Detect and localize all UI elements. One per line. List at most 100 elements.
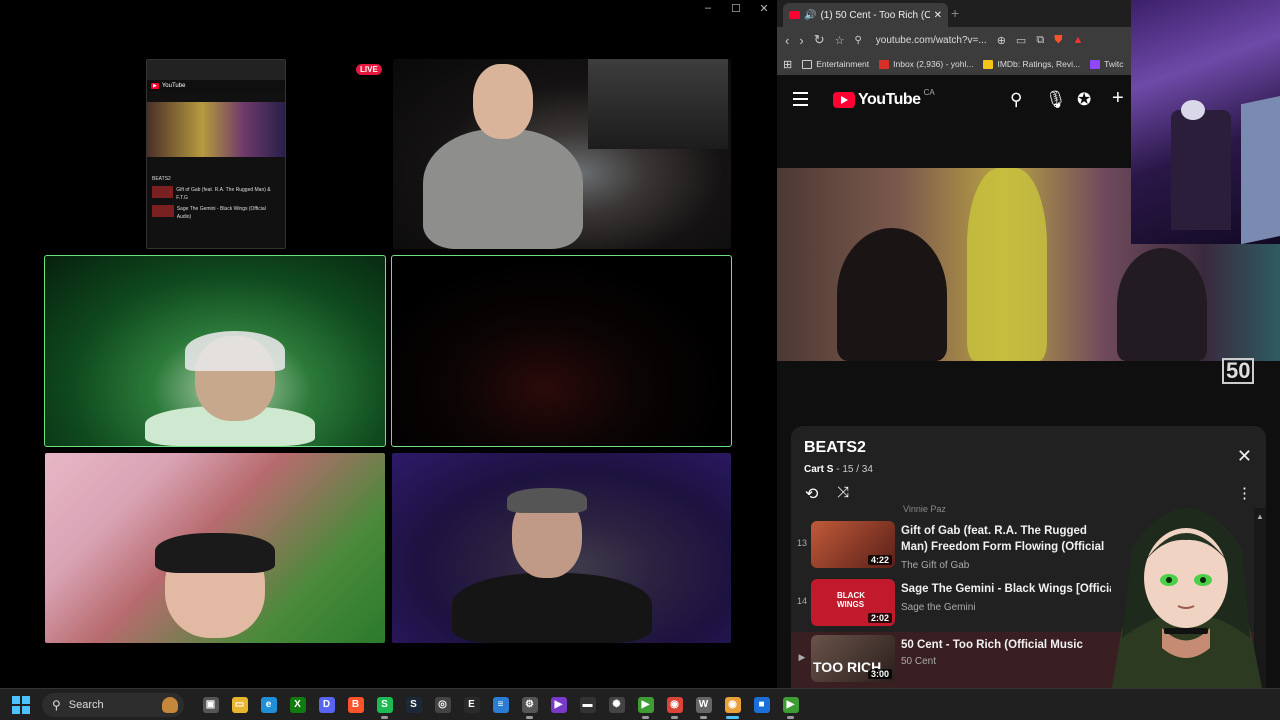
video-editor-icon[interactable]: ▶ xyxy=(544,689,573,720)
app-icon[interactable]: ◎ xyxy=(428,689,457,720)
webcam-tile-guest[interactable] xyxy=(45,453,385,643)
video-thumbnail: 4:22 xyxy=(811,521,895,568)
mini-youtube-header: ▶ YouTube xyxy=(147,80,285,92)
edge-icon[interactable]: e xyxy=(254,689,283,720)
bookmark-gmail[interactable]: Inbox (2,936) - yohl... xyxy=(879,59,973,69)
now-playing-icon: ▶ xyxy=(798,652,806,662)
bookmark-label: Twitc xyxy=(1104,59,1124,69)
video-title: Gift of Gab (feat. R.A. The Rugged Man) … xyxy=(901,525,1105,553)
epic-games-icon[interactable]: E xyxy=(457,689,486,720)
brave-rewards-icon[interactable]: ▲ xyxy=(1072,34,1083,46)
notepad-icon[interactable]: ≡ xyxy=(486,689,515,720)
video-thumbnail: BLACK WINGS 2:02 xyxy=(811,579,895,626)
participant-figure xyxy=(452,573,652,643)
streaming-app-icon[interactable]: ▶ xyxy=(631,689,660,720)
webcam-tile-guest-2[interactable] xyxy=(392,453,731,643)
bookmark-star-icon[interactable]: ☆ xyxy=(835,34,845,47)
playlist-owner[interactable]: Cart S xyxy=(804,464,833,475)
settings-icon-glyph: ⚙ xyxy=(521,696,538,713)
windows-start-icon[interactable] xyxy=(12,695,30,714)
streaming-app-2-icon-glyph: ▶ xyxy=(782,696,799,713)
vtuber-app-icon[interactable]: W xyxy=(689,689,718,720)
youtube-play-icon xyxy=(833,92,855,108)
maximize-button[interactable]: ☐ xyxy=(729,2,743,15)
youtube-logo-icon: ▶ xyxy=(151,83,159,89)
mini-browser-bar xyxy=(147,60,285,80)
screen-share-tile[interactable]: ▶ YouTube BEATS2 Gift of Gab (feat. R.A.… xyxy=(146,59,286,249)
task-view-icon-glyph: ▣ xyxy=(202,696,219,713)
chrome-profile-icon-glyph: ◉ xyxy=(724,696,741,713)
channel-watermark[interactable]: 50 xyxy=(1222,358,1255,384)
shuffle-icon[interactable]: ⤨ xyxy=(837,484,849,501)
bookmark-imdb[interactable]: IMDb: Ratings, Revi... xyxy=(983,59,1080,69)
brave-shield-icon[interactable]: ⛊ xyxy=(1054,34,1062,47)
channel-name: 50 Cent xyxy=(901,656,937,667)
hamburger-menu-icon[interactable] xyxy=(793,92,808,110)
chrome-profile-icon[interactable]: ◉ xyxy=(718,689,747,720)
youtube-logo[interactable]: YouTube CA xyxy=(833,88,935,109)
settings-icon[interactable]: ⚙ xyxy=(515,689,544,720)
back-button[interactable]: ‹ xyxy=(785,33,789,48)
video-title: 50 Cent - Too Rich (Official Music xyxy=(901,639,1083,651)
cat-tree xyxy=(1171,110,1231,230)
close-icon[interactable]: ✕ xyxy=(1237,446,1252,467)
new-tab-button[interactable]: + xyxy=(951,5,959,21)
bookmark-label: Entertainment xyxy=(816,59,870,69)
steelseries-icon[interactable]: ✺ xyxy=(602,689,631,720)
edge-icon-glyph: e xyxy=(260,696,277,713)
close-button[interactable]: ✕ xyxy=(757,2,771,15)
spotify-icon[interactable]: S xyxy=(370,689,399,720)
desktop-screen: – ☐ ✕ ▶ YouTube BEATS2 Gift of Gab (feat… xyxy=(0,0,1280,720)
xbox-icon[interactable]: X xyxy=(283,689,312,720)
duration-badge: 3:00 xyxy=(867,669,892,679)
address-bar[interactable]: youtube.com/watch?v=... xyxy=(876,35,987,46)
taskbar-search[interactable]: ⚲ Search xyxy=(42,692,184,717)
tab-youtube[interactable]: 🔊 (1) 50 Cent - Too Rich (Officia ✕ xyxy=(783,3,948,27)
bookmark-twitch[interactable]: Twitc xyxy=(1090,59,1124,69)
playlist-meta: Cart S - 15 / 34 xyxy=(804,464,873,475)
mini-playlist-title: BEATS2 xyxy=(152,176,171,182)
bookmark-entertainment[interactable]: Entertainment xyxy=(802,59,869,69)
headphones-icon xyxy=(185,331,285,371)
playlist-row-cut: Vinnie Paz xyxy=(903,504,946,512)
forward-button[interactable]: › xyxy=(799,33,803,48)
search-icon[interactable]: ⚲ xyxy=(1010,90,1022,110)
webcam-tile-dark[interactable] xyxy=(391,255,732,447)
webcam-tile-speaking[interactable] xyxy=(44,255,386,447)
media-icon[interactable]: ▬ xyxy=(573,689,602,720)
microphone-icon[interactable]: 🎙 xyxy=(1045,90,1067,110)
steam-icon[interactable]: S xyxy=(399,689,428,720)
playlist-title[interactable]: BEATS2 xyxy=(804,439,866,457)
reload-button[interactable]: ↻ xyxy=(814,32,825,48)
notepad-icon-glyph: ≡ xyxy=(492,696,509,713)
duration-badge: 2:02 xyxy=(867,613,892,623)
webcam-tile-host[interactable] xyxy=(393,59,731,249)
site-info-icon[interactable]: ⚲ xyxy=(854,35,861,46)
speaker-icon: 🔊 xyxy=(804,9,817,21)
video-title: Sage The Gemini - Black Wings [Official xyxy=(901,583,1111,595)
apps-grid-icon[interactable]: ⊞ xyxy=(783,58,792,71)
steelseries-icon-glyph: ✺ xyxy=(608,696,625,713)
file-explorer-icon[interactable]: ▭ xyxy=(225,689,254,720)
gmail-icon xyxy=(879,59,890,69)
streaming-app-2-icon[interactable]: ▶ xyxy=(776,689,805,720)
task-view-icon[interactable]: ▣ xyxy=(196,689,225,720)
channel-name: Sage the Gemini xyxy=(901,602,976,613)
epic-games-icon-glyph: E xyxy=(463,696,480,713)
loop-icon[interactable]: ⟲ xyxy=(805,484,818,504)
chrome-icon-glyph: ◉ xyxy=(666,696,683,713)
create-icon[interactable]: + xyxy=(1112,87,1124,110)
brave-icon[interactable]: B xyxy=(341,689,370,720)
minimize-button[interactable]: – xyxy=(701,2,715,15)
open-in-app-icon[interactable]: ▭ xyxy=(1016,34,1026,47)
tab-close-icon[interactable]: ✕ xyxy=(934,10,942,21)
extension-icon[interactable]: ⧉ xyxy=(1036,34,1044,47)
app-blue-icon[interactable]: ■ xyxy=(747,689,776,720)
app-blue-icon-glyph: ■ xyxy=(753,696,770,713)
zoom-icon[interactable]: ⊕ xyxy=(997,34,1006,47)
chrome-icon[interactable]: ◉ xyxy=(660,689,689,720)
taskbar-apps: ▣ ▭ e X D B S S ◎ E ≡ ⚙ ▶ ▬ ✺ ▶ ◉ W ◉ ■ ▶ xyxy=(196,689,805,720)
discord-icon[interactable]: D xyxy=(312,689,341,720)
app-icon-glyph: ◎ xyxy=(434,696,451,713)
cast-icon[interactable]: ✪ xyxy=(1077,90,1091,110)
